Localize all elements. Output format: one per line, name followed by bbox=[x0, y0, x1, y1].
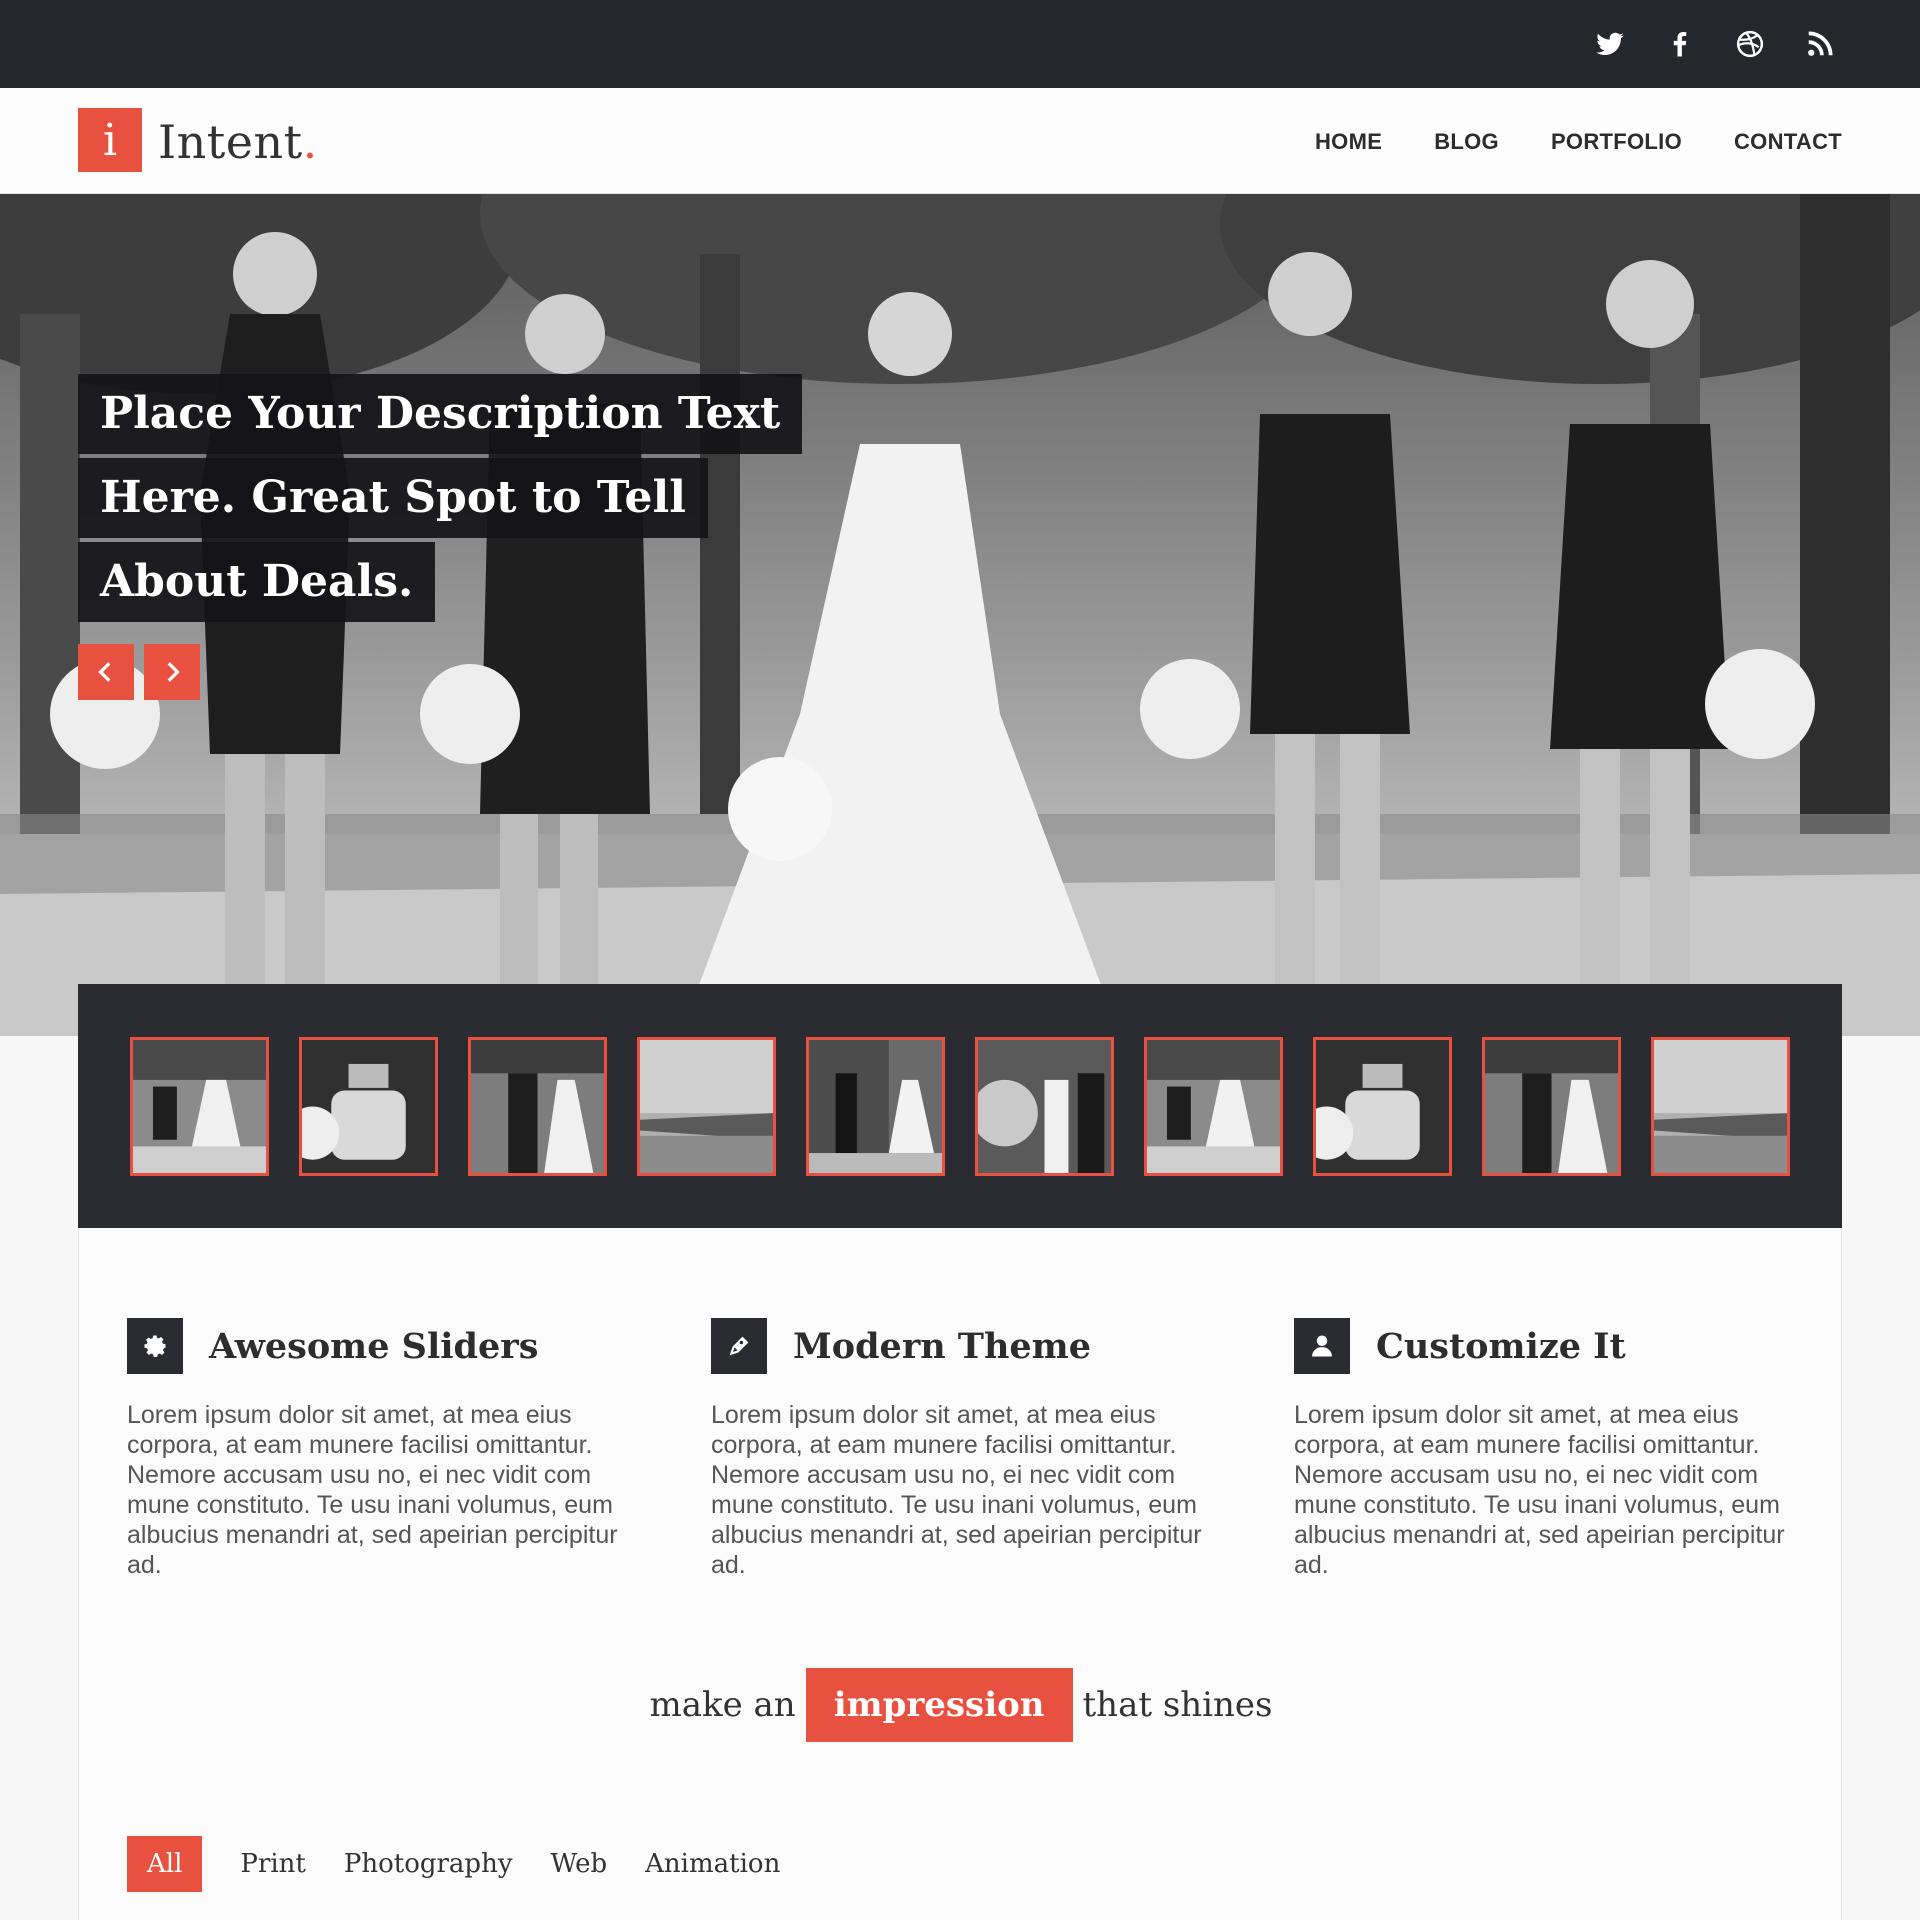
facebook-icon[interactable] bbox=[1658, 22, 1702, 66]
social-links bbox=[1588, 22, 1842, 66]
feature-title: Customize It bbox=[1376, 1325, 1626, 1367]
thumbnail[interactable] bbox=[975, 1036, 1114, 1176]
slider-prev-button[interactable] bbox=[78, 644, 134, 700]
thumbnail[interactable] bbox=[1482, 1036, 1621, 1176]
thumbnail[interactable] bbox=[130, 1036, 269, 1176]
dribbble-icon[interactable] bbox=[1728, 22, 1772, 66]
tagline-before: make an bbox=[649, 1685, 796, 1725]
top-bar bbox=[0, 0, 1920, 88]
thumbnail-strip bbox=[78, 984, 1842, 1228]
feature-header: Modern Theme bbox=[711, 1318, 1211, 1374]
filter-web[interactable]: Web bbox=[551, 1849, 608, 1879]
hero-slider: Place Your Description Text Here. Great … bbox=[0, 194, 1920, 1036]
feature-customize: Customize It Lorem ipsum dolor sit amet,… bbox=[1294, 1318, 1794, 1580]
logo-dot: . bbox=[302, 115, 318, 169]
thumbnail[interactable] bbox=[299, 1036, 438, 1176]
feature-header: Awesome Sliders bbox=[127, 1318, 627, 1374]
caption-line: About Deals. bbox=[78, 542, 436, 622]
pen-icon bbox=[711, 1318, 767, 1374]
twitter-icon[interactable] bbox=[1588, 22, 1632, 66]
thumbnail[interactable] bbox=[806, 1036, 945, 1176]
portfolio-filters: All Print Photography Web Animation bbox=[127, 1836, 780, 1892]
thumbnail[interactable] bbox=[1313, 1036, 1452, 1176]
filter-animation[interactable]: Animation bbox=[645, 1849, 780, 1879]
caption-line: Place Your Description Text bbox=[78, 374, 803, 454]
thumbnail[interactable] bbox=[1144, 1036, 1283, 1176]
tagline-highlight: impression bbox=[805, 1668, 1073, 1742]
thumbnail[interactable] bbox=[637, 1036, 776, 1176]
filter-print[interactable]: Print bbox=[240, 1849, 305, 1879]
hero-caption: Place Your Description Text Here. Great … bbox=[78, 374, 803, 622]
nav-contact[interactable]: CONTACT bbox=[1734, 129, 1842, 155]
nav-blog[interactable]: BLOG bbox=[1434, 129, 1499, 155]
site-header: i Intent. HOME BLOG PORTFOLIO CONTACT bbox=[0, 88, 1920, 194]
caption-line: Here. Great Spot to Tell bbox=[78, 458, 708, 538]
main-content: Awesome Sliders Lorem ipsum dolor sit am… bbox=[78, 1228, 1842, 1920]
logo-name: Intent bbox=[158, 115, 303, 169]
logo-mark[interactable]: i bbox=[78, 108, 142, 172]
thumbnail[interactable] bbox=[1651, 1036, 1790, 1176]
feature-title: Modern Theme bbox=[793, 1325, 1091, 1367]
filter-all[interactable]: All bbox=[127, 1836, 203, 1892]
slider-arrows bbox=[78, 644, 200, 700]
feature-header: Customize It bbox=[1294, 1318, 1794, 1374]
chevron-left-icon bbox=[98, 662, 111, 682]
filter-photography[interactable]: Photography bbox=[344, 1849, 513, 1879]
chevron-right-icon bbox=[167, 662, 180, 682]
main-nav: HOME BLOG PORTFOLIO CONTACT bbox=[1315, 122, 1842, 162]
slider-next-button[interactable] bbox=[144, 644, 200, 700]
rss-icon[interactable] bbox=[1798, 22, 1842, 66]
feature-title: Awesome Sliders bbox=[209, 1325, 539, 1367]
tagline-after: that shines bbox=[1082, 1685, 1273, 1725]
feature-text: Lorem ipsum dolor sit amet, at mea eius … bbox=[127, 1401, 618, 1579]
user-icon bbox=[1294, 1318, 1350, 1374]
thumbnail[interactable] bbox=[468, 1036, 607, 1176]
nav-home[interactable]: HOME bbox=[1315, 129, 1382, 155]
feature-modern-theme: Modern Theme Lorem ipsum dolor sit amet,… bbox=[711, 1318, 1211, 1580]
feature-text: Lorem ipsum dolor sit amet, at mea eius … bbox=[711, 1401, 1202, 1579]
nav-portfolio[interactable]: PORTFOLIO bbox=[1551, 129, 1682, 155]
feature-text: Lorem ipsum dolor sit amet, at mea eius … bbox=[1294, 1401, 1785, 1579]
tagline: make an impression that shines bbox=[79, 1668, 1843, 1742]
logo-text[interactable]: Intent. bbox=[158, 112, 318, 172]
gear-icon bbox=[127, 1318, 183, 1374]
feature-sliders: Awesome Sliders Lorem ipsum dolor sit am… bbox=[127, 1318, 627, 1580]
